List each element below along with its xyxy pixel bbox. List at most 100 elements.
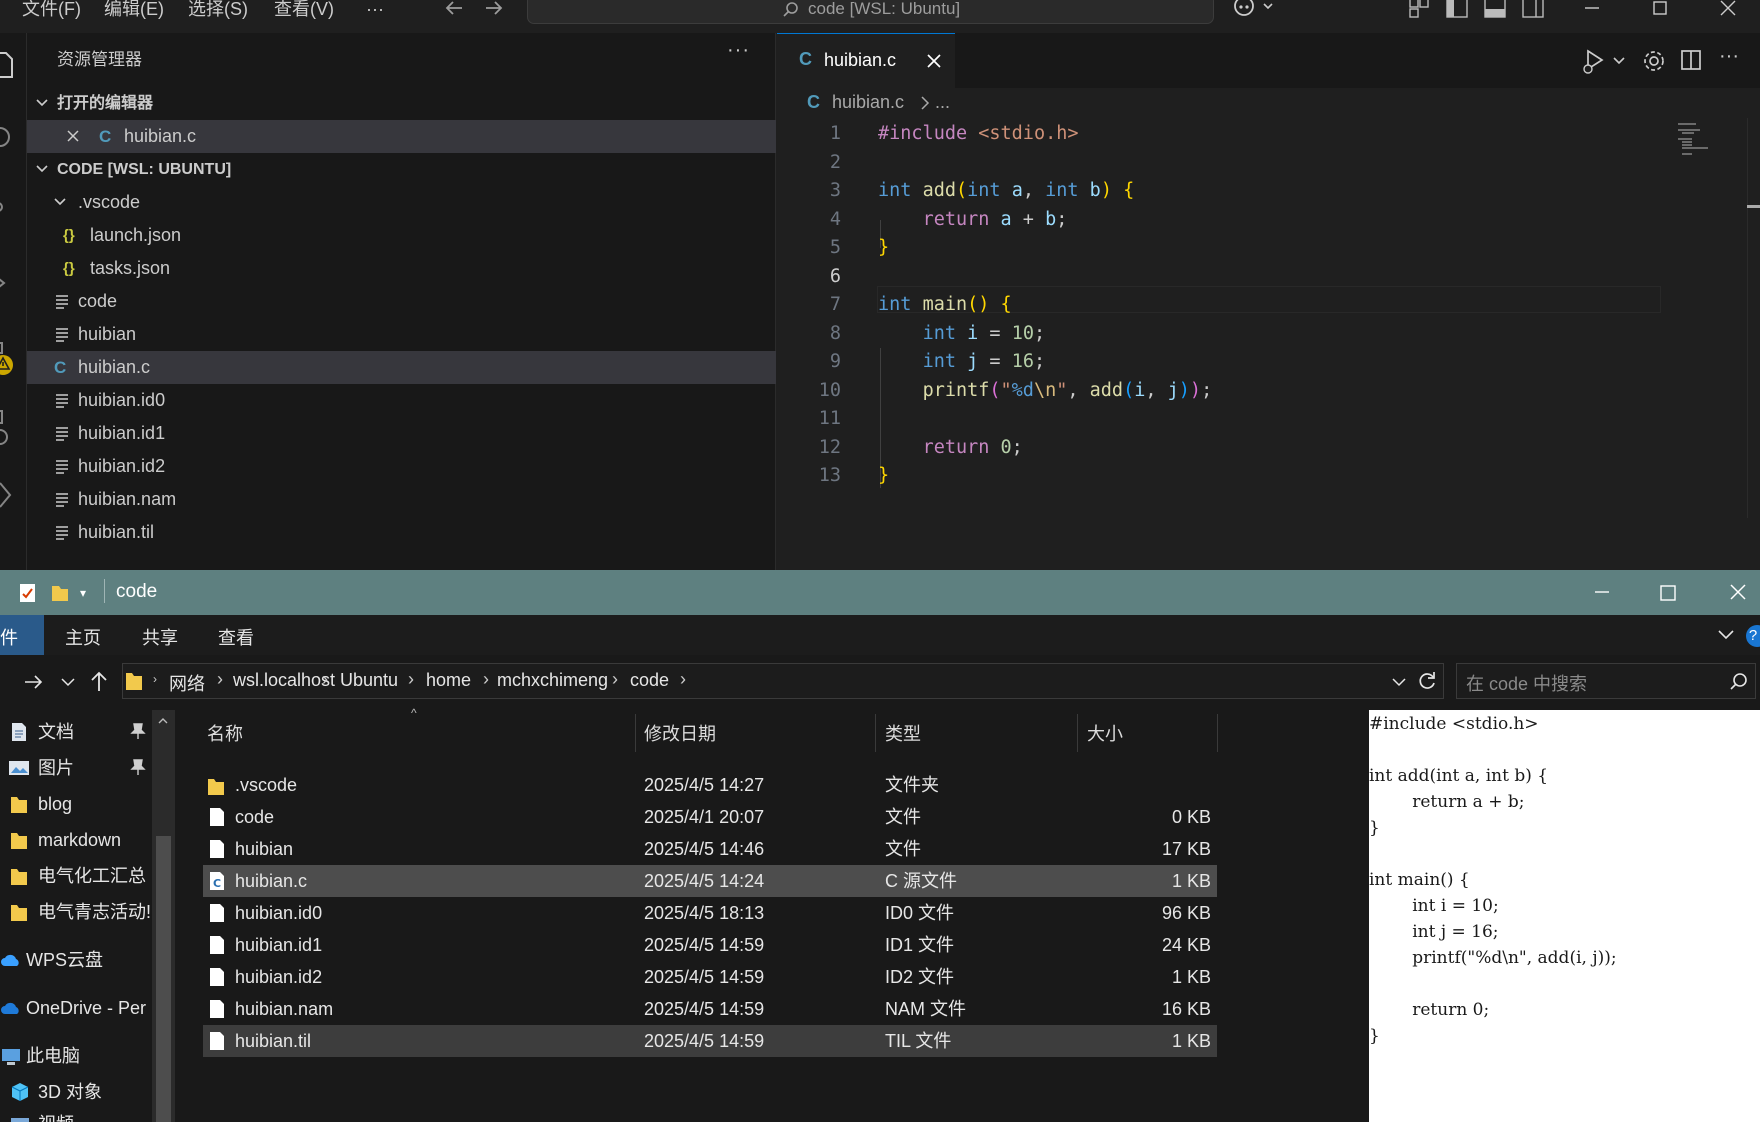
source-control-icon[interactable] bbox=[0, 193, 14, 223]
split-editor-icon[interactable] bbox=[1680, 49, 1702, 71]
ribbon-tab-share[interactable]: 共享 bbox=[142, 624, 178, 650]
nav-item-folder-1[interactable]: 电气化工汇总 bbox=[0, 858, 160, 894]
nav-item-documents[interactable]: 文档 bbox=[0, 714, 160, 750]
folder-icon[interactable] bbox=[50, 582, 70, 604]
tab-close-icon[interactable] bbox=[925, 51, 943, 71]
quick-access-dropdown-icon[interactable]: ▾ bbox=[80, 586, 86, 600]
menu-file[interactable]: 文件(F) bbox=[22, 0, 81, 20]
scroll-up-icon[interactable] bbox=[157, 716, 169, 726]
help-icon[interactable]: ? bbox=[1746, 625, 1760, 647]
minimize-icon[interactable] bbox=[1582, 0, 1602, 16]
ribbon-tab-file[interactable]: 件 bbox=[0, 615, 44, 655]
column-divider[interactable] bbox=[1077, 714, 1078, 752]
tree-item-vscode[interactable]: .vscode bbox=[27, 186, 776, 219]
editor-more-actions[interactable]: ··· bbox=[1719, 45, 1739, 68]
command-center[interactable]: code [WSL: Ubuntu] bbox=[527, 0, 1214, 24]
path-segment[interactable]: mchxchimeng bbox=[497, 670, 608, 691]
explorer-more-actions[interactable]: ··· bbox=[727, 39, 750, 62]
gear-icon[interactable] bbox=[1642, 49, 1666, 73]
tree-item-huibian-c[interactable]: C huibian.c bbox=[27, 351, 776, 384]
path-segment[interactable]: wsl.localhost bbox=[233, 670, 335, 691]
nav-item-wps-cloud[interactable]: WPS云盘 bbox=[0, 942, 160, 978]
file-row[interactable]: huibian.nam 2025/4/5 14:59 NAM 文件 16 KB bbox=[203, 993, 1217, 1025]
customize-layout-icon[interactable] bbox=[1408, 0, 1430, 18]
copilot-icon[interactable] bbox=[1232, 0, 1276, 20]
address-bar[interactable]: › 网络 › wsl.localhost › Ubuntu › home › m… bbox=[122, 663, 1444, 699]
file-row[interactable]: huibian.id0 2025/4/5 18:13 ID0 文件 96 KB bbox=[203, 897, 1217, 929]
pin-icon[interactable] bbox=[130, 722, 146, 740]
nav-item-blog[interactable]: blog bbox=[0, 786, 160, 822]
file-row[interactable]: .vscode 2025/4/5 14:27 文件夹 bbox=[203, 769, 1217, 801]
nav-item-pictures[interactable]: 图片 bbox=[0, 750, 160, 786]
close-icon[interactable] bbox=[1718, 0, 1738, 16]
file-row-selected[interactable]: huibian.til 2025/4/5 14:59 TIL 文件 1 KB bbox=[203, 1025, 1217, 1057]
run-debug-icon[interactable] bbox=[0, 269, 14, 299]
maximize-icon[interactable] bbox=[1658, 584, 1678, 602]
properties-icon[interactable] bbox=[18, 582, 38, 604]
close-editor-icon[interactable] bbox=[65, 120, 81, 153]
testing-icon[interactable] bbox=[0, 481, 12, 511]
ribbon-tab-view[interactable]: 查看 bbox=[218, 624, 254, 650]
file-row[interactable]: code 2025/4/1 20:07 文件 0 KB bbox=[203, 801, 1217, 833]
path-segment[interactable]: home bbox=[426, 670, 471, 691]
pin-icon[interactable] bbox=[130, 758, 146, 776]
remote-explorer-icon[interactable] bbox=[0, 409, 14, 449]
address-history-dropdown-icon[interactable] bbox=[1391, 675, 1407, 689]
menu-edit[interactable]: 编辑(E) bbox=[104, 0, 164, 20]
minimap[interactable] bbox=[1674, 119, 1714, 179]
ribbon-tab-home[interactable]: 主页 bbox=[65, 624, 101, 650]
column-header-size[interactable]: 大小 bbox=[1087, 710, 1123, 758]
editor-scrollbar[interactable] bbox=[1747, 118, 1760, 518]
minimize-icon[interactable] bbox=[1592, 584, 1612, 600]
tab-huibian-c[interactable]: C huibian.c bbox=[777, 33, 955, 88]
workspace-section[interactable]: CODE [WSL: UBUNTU] bbox=[27, 153, 776, 186]
file-row[interactable]: huibian.id1 2025/4/5 14:59 ID1 文件 24 KB bbox=[203, 929, 1217, 961]
file-row-selected[interactable]: C huibian.c 2025/4/5 14:24 C 源文件 1 KB bbox=[203, 865, 1217, 897]
tree-item-huibian-til[interactable]: huibian.til bbox=[27, 516, 776, 549]
toggle-secondary-sidebar-icon[interactable] bbox=[1522, 0, 1544, 18]
tree-item-tasks-json[interactable]: {} tasks.json bbox=[27, 252, 776, 285]
refresh-icon[interactable] bbox=[1417, 670, 1437, 692]
code-area[interactable]: 1 #include <stdio.h> 2 3 int add(int a, in… bbox=[777, 120, 1760, 520]
tree-item-code[interactable]: code bbox=[27, 285, 776, 318]
forward-arrow-icon[interactable] bbox=[482, 0, 506, 18]
nav-item-folder-2[interactable]: 电气青志活动! bbox=[0, 894, 160, 930]
column-divider[interactable] bbox=[635, 714, 636, 752]
open-editors-section[interactable]: 打开的编辑器 bbox=[27, 87, 776, 120]
warning-icon[interactable] bbox=[0, 353, 16, 377]
nav-scrollbar[interactable] bbox=[152, 710, 175, 1122]
column-divider[interactable] bbox=[875, 714, 876, 752]
explorer-icon[interactable] bbox=[0, 51, 16, 81]
forward-arrow-icon[interactable] bbox=[22, 671, 46, 693]
nav-item-markdown[interactable]: markdown bbox=[0, 822, 160, 858]
tree-item-huibian-id0[interactable]: huibian.id0 bbox=[27, 384, 776, 417]
column-header-name[interactable]: 名称 bbox=[207, 710, 243, 758]
search-box[interactable]: 在 code 中搜索 bbox=[1456, 663, 1756, 699]
nav-item-this-pc[interactable]: 此电脑 bbox=[0, 1038, 160, 1074]
recent-dropdown-icon[interactable] bbox=[60, 675, 76, 689]
toggle-sidebar-icon[interactable] bbox=[1446, 0, 1468, 18]
breadcrumb-symbols[interactable]: ... bbox=[935, 92, 950, 113]
toggle-panel-icon[interactable] bbox=[1484, 0, 1506, 18]
tree-item-huibian[interactable]: huibian bbox=[27, 318, 776, 351]
back-arrow-icon[interactable] bbox=[442, 0, 466, 18]
path-segment[interactable]: code bbox=[630, 670, 669, 691]
path-segment[interactable]: 网络 bbox=[169, 670, 205, 696]
column-divider[interactable] bbox=[1217, 714, 1218, 752]
menu-more[interactable]: ··· bbox=[366, 0, 384, 20]
chevron-down-icon[interactable] bbox=[1716, 627, 1736, 643]
tree-item-launch-json[interactable]: {} launch.json bbox=[27, 219, 776, 252]
nav-item-videos[interactable]: 视频 bbox=[0, 1106, 160, 1122]
search-view-icon[interactable] bbox=[0, 123, 14, 153]
up-arrow-icon[interactable] bbox=[88, 669, 110, 693]
run-code-icon[interactable] bbox=[1582, 47, 1628, 75]
open-editor-item[interactable]: C huibian.c bbox=[27, 120, 776, 153]
menu-selection[interactable]: 选择(S) bbox=[188, 0, 248, 20]
close-icon[interactable] bbox=[1728, 583, 1748, 601]
file-row[interactable]: huibian 2025/4/5 14:46 文件 17 KB bbox=[203, 833, 1217, 865]
tree-item-huibian-id1[interactable]: huibian.id1 bbox=[27, 417, 776, 450]
breadcrumb-file[interactable]: huibian.c bbox=[832, 92, 904, 113]
tree-item-huibian-nam[interactable]: huibian.nam bbox=[27, 483, 776, 516]
tree-item-huibian-id2[interactable]: huibian.id2 bbox=[27, 450, 776, 483]
menu-view[interactable]: 查看(V) bbox=[274, 0, 334, 20]
